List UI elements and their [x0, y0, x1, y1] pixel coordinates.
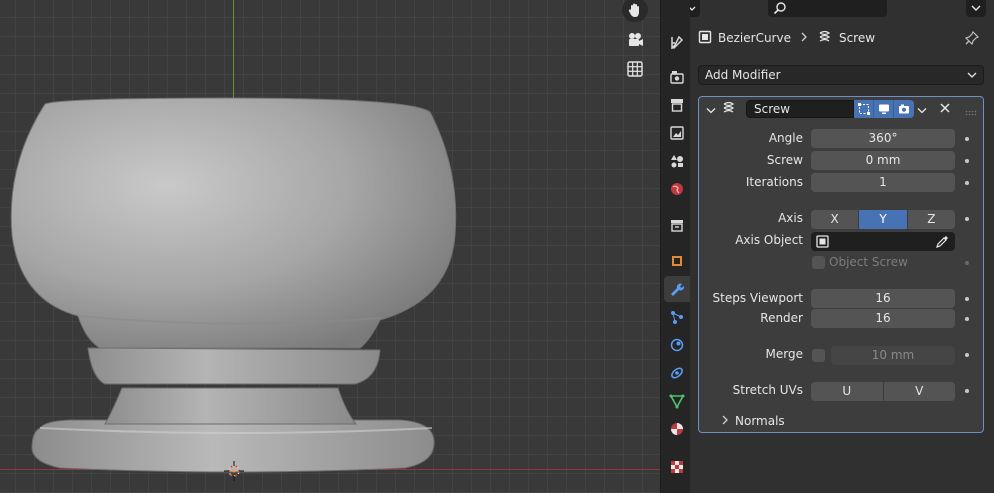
angle-label: Angle	[768, 131, 803, 145]
iterations-label: Iterations	[745, 175, 803, 189]
chevron-right-icon	[721, 414, 729, 428]
merge-checkbox[interactable]	[812, 349, 825, 362]
object-data-icon[interactable]	[664, 388, 690, 414]
screw-mesh-object[interactable]	[0, 0, 660, 493]
drag-handle-icon[interactable]	[965, 105, 977, 119]
screw-modifier-icon	[817, 30, 833, 47]
properties-tab-bar	[660, 0, 690, 493]
screw-modifier-panel: Screw Angle 360° Screw 0 mm Iterations 1…	[698, 96, 984, 433]
merge-label: Merge	[765, 347, 803, 361]
render-steps-label: Render	[760, 311, 803, 325]
object-screw-checkbox[interactable]	[812, 256, 825, 269]
3d-viewport[interactable]	[0, 0, 660, 493]
texture-icon[interactable]	[664, 454, 690, 480]
view-layer-icon[interactable]	[664, 120, 690, 146]
stretch-v-button[interactable]: V	[883, 382, 955, 401]
steps-viewport-keyframe-dot[interactable]	[965, 297, 969, 301]
tool-icon[interactable]	[664, 30, 690, 56]
merge-keyframe-dot[interactable]	[965, 353, 969, 357]
normals-subpanel-header[interactable]: Normals	[721, 413, 785, 429]
remove-modifier-close-icon[interactable]	[939, 102, 951, 117]
scene-icon[interactable]	[664, 148, 690, 174]
stretch-uvs-toggle-group: U V	[811, 382, 955, 401]
axis-x-button[interactable]: X	[811, 210, 860, 229]
search-icon	[773, 1, 787, 18]
render-camera-toggle-icon[interactable]	[894, 100, 914, 118]
pin-icon[interactable]	[964, 30, 980, 48]
toggle-ortho-grid-icon[interactable]	[622, 57, 648, 81]
render-icon[interactable]	[664, 64, 690, 90]
material-icon[interactable]	[664, 416, 690, 442]
axis-object-input[interactable]	[811, 232, 955, 251]
eyedropper-icon[interactable]	[936, 235, 949, 251]
angle-field[interactable]: 360°	[811, 129, 955, 148]
object-screw-keyframe-dot	[965, 261, 969, 265]
add-modifier-dropdown[interactable]: Add Modifier	[698, 65, 984, 85]
object-screw-label: Object Screw	[829, 255, 908, 269]
stretch-uvs-label: Stretch UVs	[732, 383, 803, 397]
stretch-u-button[interactable]: U	[811, 382, 884, 401]
modifier-visibility-toggles	[854, 100, 914, 118]
object-origin-icon[interactable]	[224, 461, 244, 481]
axis-object-label: Axis Object	[735, 233, 803, 247]
search-input[interactable]	[768, 0, 887, 17]
render-steps-keyframe-dot[interactable]	[965, 317, 969, 321]
axis-selector: X Y Z	[811, 210, 955, 229]
axis-keyframe-dot[interactable]	[965, 217, 969, 221]
modifier-wrench-icon[interactable]	[664, 276, 690, 302]
steps-viewport-field[interactable]: 16	[811, 289, 955, 308]
breadcrumb: BezierCurve Screw	[698, 28, 875, 48]
steps-viewport-label: Steps Viewport	[712, 291, 803, 305]
axis-y-button[interactable]: Y	[859, 210, 908, 229]
collection-icon[interactable]	[664, 212, 690, 238]
properties-editor: BezierCurve Screw Add Modifier Screw Ang…	[660, 0, 994, 493]
curve-object-icon	[698, 30, 712, 47]
normals-label: Normals	[735, 414, 785, 428]
output-icon[interactable]	[664, 92, 690, 118]
collapse-chevron-icon[interactable]	[706, 104, 716, 118]
axis-label: Axis	[778, 211, 803, 225]
screw-modifier-icon	[721, 101, 737, 118]
object-icon[interactable]	[664, 248, 690, 274]
stretch-uvs-keyframe-dot[interactable]	[965, 389, 969, 393]
screw-field[interactable]: 0 mm	[811, 151, 955, 170]
iterations-keyframe-dot[interactable]	[965, 181, 969, 185]
edit-mode-toggle-icon[interactable]	[854, 100, 874, 118]
particles-icon[interactable]	[664, 304, 690, 330]
modifier-name-input[interactable]: Screw	[746, 100, 854, 118]
axis-z-button[interactable]: Z	[907, 210, 955, 229]
modifier-extras-dropdown-icon[interactable]	[917, 104, 927, 118]
chevron-down-icon	[967, 68, 977, 82]
screw-keyframe-dot[interactable]	[965, 159, 969, 163]
camera-view-icon[interactable]	[622, 28, 648, 52]
angle-keyframe-dot[interactable]	[965, 137, 969, 141]
realtime-viewport-toggle-icon[interactable]	[874, 100, 894, 118]
modifier-panel-header[interactable]: Screw	[699, 97, 983, 121]
iterations-field[interactable]: 1	[811, 173, 955, 192]
options-dropdown-button[interactable]	[966, 0, 986, 17]
pan-hand-icon[interactable]	[622, 0, 648, 22]
chevron-right-icon	[800, 31, 808, 45]
add-modifier-label: Add Modifier	[705, 68, 781, 82]
breadcrumb-object-name: BezierCurve	[718, 31, 791, 45]
constraints-icon[interactable]	[664, 360, 690, 386]
render-steps-field[interactable]: 16	[811, 309, 955, 328]
physics-icon[interactable]	[664, 332, 690, 358]
breadcrumb-modifier-name: Screw	[838, 31, 876, 45]
object-icon	[816, 235, 829, 251]
merge-distance-field[interactable]: 10 mm	[831, 346, 955, 365]
world-icon[interactable]	[664, 176, 690, 202]
screw-label: Screw	[766, 153, 803, 167]
